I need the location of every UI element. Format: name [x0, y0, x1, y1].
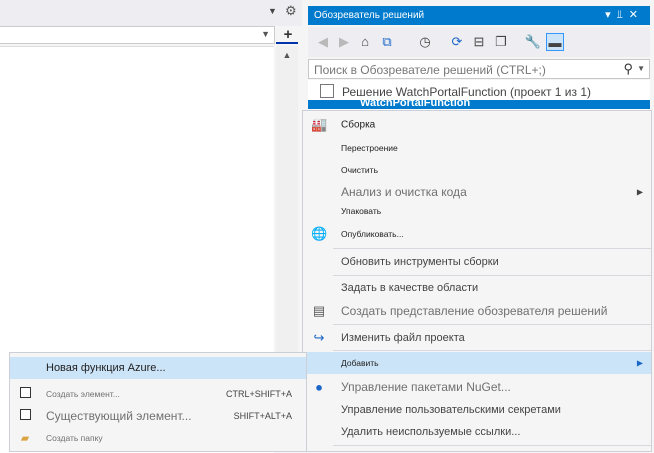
- submenu-item-label: Новая функция Azure...: [46, 362, 166, 374]
- submenu-item-label: Существующий элемент...: [46, 409, 192, 423]
- menu-item-label: Управление пользовательскими секретами: [341, 404, 561, 416]
- close-icon[interactable]: ✕: [629, 9, 644, 21]
- left-toolbar: [0, 0, 302, 26]
- new-folder-icon: ▰: [20, 432, 30, 445]
- menu-item-publish[interactable]: 🌐 Опубликовать...: [303, 223, 651, 245]
- menu-item-label: Анализ и очистка кода: [341, 185, 467, 199]
- window-menu-icon[interactable]: ▾: [605, 9, 617, 21]
- menu-separator: [333, 350, 651, 351]
- navigation-combo[interactable]: ▼: [0, 26, 275, 44]
- show-all-files-icon[interactable]: ❐: [492, 33, 510, 51]
- new-view-icon: ▤: [312, 303, 326, 318]
- existing-item-icon: [17, 409, 33, 423]
- menu-item-label: Управление пакетами NuGet...: [341, 380, 511, 394]
- submenu-arrow-icon: ▶: [636, 187, 643, 197]
- menu-separator: [333, 248, 651, 249]
- menu-item-edit-project[interactable]: ↪ Изменить файл проекта: [303, 326, 651, 350]
- menu-separator: [333, 324, 651, 325]
- pin-icon[interactable]: ⫫: [617, 9, 629, 21]
- solution-explorer-toolbar: ◀ ▶ ⌂ ⧉ ◷ ⟳ ⊟ ❐ 🔧 ▬: [308, 27, 650, 57]
- submenu-item-label: Создать папку: [46, 433, 103, 443]
- project-label: WatchPortalFunction: [360, 100, 471, 109]
- menu-item-label: Очистить: [341, 165, 379, 175]
- menu-item-label: Сборка: [341, 119, 376, 131]
- search-icon[interactable]: ⚲: [623, 61, 633, 77]
- menu-item-pack[interactable]: Упаковать: [303, 201, 651, 221]
- menu-item-build[interactable]: 🏭 Сборка: [303, 113, 651, 137]
- tree-item-project[interactable]: WatchPortalFunction: [308, 100, 650, 109]
- home-icon[interactable]: ⌂: [356, 33, 374, 51]
- submenu-item-new-folder[interactable]: ▰ Создать папку: [10, 427, 306, 449]
- collapse-all-icon[interactable]: ⊟: [470, 33, 488, 51]
- search-placeholder: Поиск в Обозревателе решений (CTRL+;): [314, 63, 546, 77]
- split-button-underline: [276, 42, 298, 44]
- build-icon: 🏭: [311, 117, 328, 132]
- menu-item-add[interactable]: Добавить ▶: [303, 352, 651, 374]
- menu-separator: [333, 445, 651, 446]
- menu-item-rebuild[interactable]: Перестроение: [303, 137, 651, 159]
- context-menu: 🏭 Сборка Перестроение Очистить Анализ и …: [302, 110, 652, 452]
- menu-item-analyze[interactable]: Анализ и очистка кода ▶: [303, 181, 651, 203]
- nuget-icon: ●: [315, 379, 323, 395]
- edit-project-icon: ↪: [313, 330, 325, 345]
- menu-item-label: Опубликовать...: [341, 229, 404, 239]
- menu-separator: [333, 275, 651, 276]
- add-submenu: Новая функция Azure... Создать элемент..…: [9, 352, 307, 452]
- menu-item-nuget[interactable]: ● Управление пакетами NuGet...: [303, 375, 651, 399]
- sync-icon[interactable]: ⟳: [448, 33, 466, 51]
- menu-item-clean[interactable]: Очистить: [303, 159, 651, 181]
- menu-item-update-build-tools[interactable]: Обновить инструменты сборки: [303, 250, 651, 274]
- submenu-item-shortcut: SHIFT+ALT+A: [233, 411, 292, 421]
- submenu-item-new-azure-function[interactable]: Новая функция Azure...: [10, 357, 306, 379]
- submenu-arrow-icon: ▶: [636, 358, 643, 368]
- menu-item-label: Упаковать: [341, 206, 382, 216]
- menu-item-label: Добавить: [341, 358, 379, 368]
- menu-item-label: Создать представление обозревателя решен…: [341, 304, 608, 318]
- menu-item-label: Перестроение: [341, 143, 398, 153]
- forward-icon[interactable]: ▶: [335, 33, 353, 51]
- switch-views-icon[interactable]: ⧉: [378, 33, 396, 51]
- solution-icon: [320, 84, 334, 98]
- menu-item-label: Удалить неиспользуемые ссылки...: [341, 426, 521, 438]
- gear-icon[interactable]: ⚙: [285, 3, 297, 19]
- new-item-icon: [17, 387, 33, 401]
- preview-icon[interactable]: ▬: [546, 33, 564, 51]
- menu-item-remove-refs[interactable]: Удалить неиспользуемые ссылки...: [303, 421, 651, 443]
- chevron-down-icon[interactable]: ▼: [261, 29, 270, 39]
- properties-icon[interactable]: 🔧: [524, 33, 542, 51]
- publish-icon: 🌐: [311, 226, 328, 241]
- solution-label: Решение WatchPortalFunction (проект 1 из…: [342, 85, 592, 99]
- chevron-down-icon[interactable]: ▼: [637, 64, 645, 73]
- scroll-up-icon[interactable]: ▲: [276, 50, 298, 60]
- submenu-item-label: Создать элемент...: [46, 389, 120, 399]
- back-icon[interactable]: ◀: [314, 33, 332, 51]
- menu-item-label: Задать в качестве области: [341, 282, 479, 294]
- pending-changes-icon[interactable]: ◷: [416, 33, 434, 51]
- solution-explorer-titlebar: Обозреватель решений ▾⫫✕: [308, 6, 650, 25]
- tree-item-solution[interactable]: Решение WatchPortalFunction (проект 1 из…: [308, 83, 650, 101]
- solution-explorer-title: Обозреватель решений: [314, 10, 425, 21]
- submenu-item-new-item[interactable]: Создать элемент... CTRL+SHIFT+A: [10, 383, 306, 405]
- menu-item-scope[interactable]: Задать в качестве области: [303, 277, 651, 299]
- dropdown-arrow-icon[interactable]: ▼: [268, 6, 277, 16]
- menu-item-user-secrets[interactable]: Управление пользовательскими секретами: [303, 399, 651, 421]
- menu-item-new-view[interactable]: ▤ Создать представление обозревателя реш…: [303, 299, 651, 323]
- menu-item-label: Изменить файл проекта: [341, 332, 465, 344]
- submenu-item-existing-item[interactable]: Существующий элемент... SHIFT+ALT+A: [10, 405, 306, 427]
- menu-item-label: Обновить инструменты сборки: [341, 256, 499, 268]
- submenu-item-shortcut: CTRL+SHIFT+A: [225, 389, 292, 399]
- solution-search-input[interactable]: Поиск в Обозревателе решений (CTRL+;) ⚲ …: [308, 59, 650, 79]
